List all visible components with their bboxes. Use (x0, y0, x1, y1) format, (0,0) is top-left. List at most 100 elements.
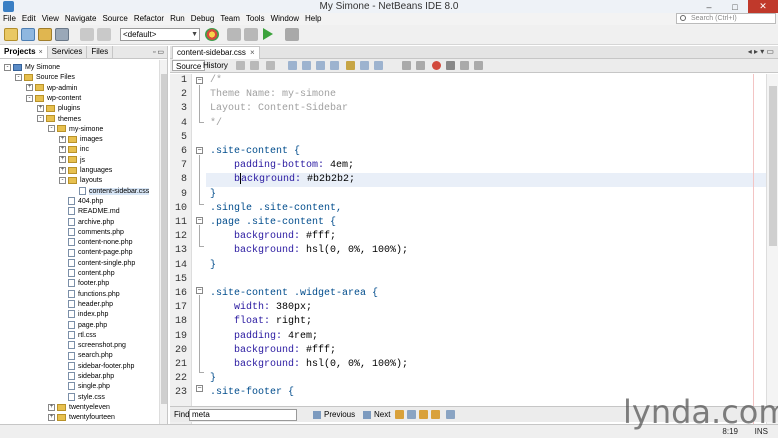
find-previous-icon[interactable] (302, 61, 311, 70)
code-line[interactable]: .site-content .widget-area { (210, 287, 378, 301)
new-project-icon[interactable] (21, 28, 35, 41)
record-macro-icon[interactable] (432, 61, 441, 70)
back-icon[interactable] (236, 61, 245, 70)
last-edit-icon[interactable] (266, 61, 275, 70)
shift-left-icon[interactable] (402, 61, 411, 70)
menu-team[interactable]: Team (217, 13, 243, 24)
tree-file-item[interactable]: content-sidebar.css (70, 186, 150, 197)
regex-icon[interactable] (419, 410, 428, 419)
expand-icon[interactable]: + (59, 135, 66, 143)
highlight-results-icon[interactable] (431, 410, 440, 419)
code-line[interactable]: background: #fff; (210, 344, 336, 358)
fold-toggle-icon[interactable]: − (196, 77, 203, 84)
tree-folder-item[interactable]: - my-simone (48, 125, 103, 135)
find-next-icon[interactable] (316, 61, 325, 70)
find-input[interactable]: meta (189, 409, 297, 421)
save-all-icon[interactable] (55, 28, 69, 41)
shift-right-icon[interactable] (416, 61, 425, 70)
tab-services[interactable]: Services (48, 46, 88, 58)
expand-icon[interactable]: + (48, 413, 55, 421)
code-line[interactable]: padding: 4rem; (210, 330, 318, 344)
close-button[interactable]: ✕ (748, 0, 778, 13)
tree-file-item[interactable]: screenshot.png (59, 341, 126, 351)
code-line[interactable]: /* (210, 74, 222, 88)
find-selection-icon[interactable] (288, 61, 297, 70)
tree-folder-item[interactable]: - Source Files (15, 73, 75, 83)
expand-icon[interactable]: + (59, 146, 66, 154)
tree-file-item[interactable]: search.php (59, 351, 113, 361)
menu-debug[interactable]: Debug (188, 13, 218, 24)
expand-icon[interactable]: + (48, 403, 55, 411)
whole-words-icon[interactable] (407, 410, 416, 419)
tree-file-item[interactable]: README.md (59, 207, 120, 217)
menu-help[interactable]: Help (302, 13, 324, 24)
code-line[interactable]: .site-footer { (210, 386, 294, 400)
code-line[interactable]: .site-content { (210, 145, 300, 159)
tree-folder-item[interactable]: - layouts (59, 176, 102, 186)
close-icon[interactable]: × (250, 48, 255, 57)
comment-icon[interactable] (460, 61, 469, 70)
panel-window-controls[interactable]: ▫ ▭ (150, 46, 167, 58)
tree-file-item[interactable]: rtl.css (59, 330, 96, 341)
toggle-bookmark-icon[interactable] (346, 61, 355, 70)
tree-file-item[interactable]: functions.php (59, 289, 120, 300)
menu-tools[interactable]: Tools (243, 13, 268, 24)
menu-edit[interactable]: Edit (19, 13, 39, 24)
toggle-highlight-icon[interactable] (330, 61, 339, 70)
expand-icon[interactable]: + (26, 84, 33, 92)
collapse-icon[interactable]: - (48, 125, 55, 133)
tree-file-item[interactable]: header.php (59, 300, 113, 310)
debug-icon[interactable] (285, 28, 299, 41)
stop-macro-icon[interactable] (446, 61, 455, 70)
menu-refactor[interactable]: Refactor (131, 13, 167, 24)
menu-window[interactable]: Window (268, 13, 302, 24)
previous-bookmark-icon[interactable] (360, 61, 369, 70)
code-line[interactable]: width: 380px; (210, 301, 312, 315)
code-line[interactable]: Theme Name: my-simone (210, 88, 336, 102)
expand-icon[interactable]: + (37, 104, 44, 112)
expand-icon[interactable]: + (59, 166, 66, 174)
tree-file-item[interactable]: content.php (59, 269, 115, 279)
find-previous-button[interactable]: Previous (310, 409, 358, 421)
collapse-icon[interactable]: - (4, 63, 11, 71)
fold-toggle-icon[interactable]: − (196, 147, 203, 154)
tree-folder-item[interactable]: + images (59, 135, 103, 145)
editor-tab-content-sidebar[interactable]: content-sidebar.css × (172, 46, 260, 59)
expand-icon[interactable]: + (59, 156, 66, 164)
clean-build-icon[interactable] (244, 28, 258, 41)
uncomment-icon[interactable] (474, 61, 483, 70)
tab-history[interactable]: History (200, 60, 231, 71)
scroll-thumb[interactable] (161, 74, 167, 404)
tree-file-item[interactable]: sidebar-footer.php (59, 361, 134, 372)
undo-icon[interactable] (80, 28, 94, 41)
editor-tab-controls[interactable]: ◂ ▸ ▾ ▭ (748, 47, 774, 56)
tree-folder-item[interactable]: + inc (59, 145, 89, 155)
code-line[interactable]: .page .site-content { (210, 216, 336, 230)
configuration-select[interactable]: <default> ▼ (120, 28, 200, 41)
tree-file-item[interactable]: index.php (59, 310, 108, 320)
tree-folder-item[interactable]: + twentyeleven (48, 403, 110, 413)
tree-file-item[interactable]: style.css (59, 392, 105, 403)
run-icon[interactable] (263, 28, 273, 40)
tree-folder-item[interactable]: - wp-content (26, 94, 81, 104)
tree-file-item[interactable]: footer.php (59, 279, 109, 289)
fold-toggle-icon[interactable]: − (196, 217, 203, 224)
menu-run[interactable]: Run (167, 13, 188, 24)
collapse-icon[interactable]: - (26, 94, 33, 102)
menu-source[interactable]: Source (99, 13, 130, 24)
tree-folder-item[interactable]: + plugins (37, 104, 80, 114)
tree-folder-item[interactable]: + js (59, 156, 85, 166)
code-line[interactable]: background: hsl(0, 0%, 100%); (210, 244, 408, 258)
tree-file-item[interactable]: 404.php (59, 197, 103, 207)
tree-scrollbar[interactable] (159, 60, 167, 438)
code-line[interactable]: } (210, 259, 216, 273)
redo-icon[interactable] (97, 28, 111, 41)
code-line[interactable]: Layout: Content-Sidebar (210, 102, 348, 116)
forward-icon[interactable] (250, 61, 259, 70)
menu-view[interactable]: View (39, 13, 62, 24)
next-bookmark-icon[interactable] (374, 61, 383, 70)
code-line[interactable]: background: hsl(0, 0%, 100%); (210, 358, 408, 372)
code-line[interactable]: */ (210, 117, 222, 131)
tree-folder-item[interactable]: + languages (59, 166, 112, 176)
collapse-icon[interactable]: - (59, 176, 66, 184)
